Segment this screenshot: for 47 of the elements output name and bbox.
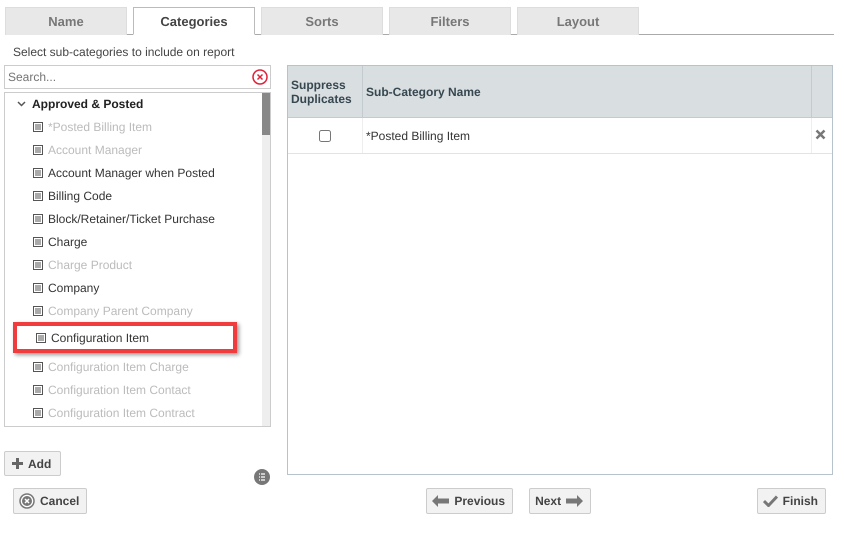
list-icon <box>33 190 43 200</box>
tab[interactable]: Layout <box>517 7 639 35</box>
scrollbar-thumb[interactable] <box>262 93 270 135</box>
list-icon <box>33 236 43 246</box>
tab[interactable]: Filters <box>389 7 511 35</box>
tree-item[interactable]: Company <box>33 276 262 299</box>
instruction-text: Select sub-categories to include on report <box>13 45 236 59</box>
list-icon <box>36 332 46 342</box>
tab[interactable]: Categories <box>133 7 255 35</box>
list-icon <box>33 214 43 224</box>
tree-item[interactable]: Billing Code <box>33 184 262 207</box>
scrollbar[interactable] <box>262 93 270 426</box>
tree-item[interactable]: Account Manager when Posted <box>33 161 262 184</box>
next-button[interactable]: Next <box>529 488 592 514</box>
list-icon <box>33 168 43 178</box>
chevron-icon <box>17 101 26 107</box>
list-icon <box>33 362 43 372</box>
add-button[interactable]: Add <box>4 451 62 476</box>
cancel-icon <box>19 493 35 509</box>
list-icon <box>33 144 43 154</box>
clear-icon[interactable] <box>252 69 268 85</box>
column-header: Sub-Category Name <box>362 66 812 118</box>
tree-group[interactable]: Approved & Posted <box>5 93 262 115</box>
tree-item[interactable]: Block/Retainer/Ticket Purchase <box>33 207 262 230</box>
list-icon <box>33 306 43 316</box>
tree-item[interactable]: Configuration Item <box>13 322 237 353</box>
column-header: Suppress Duplicates <box>288 66 362 118</box>
tab[interactable]: Name <box>5 7 127 35</box>
close-icon[interactable] <box>815 128 826 140</box>
check-icon <box>762 495 778 507</box>
previous-button[interactable]: Previous <box>426 488 514 514</box>
checkbox[interactable] <box>319 130 331 142</box>
table-cell: *Posted Billing Item <box>362 118 812 154</box>
plus-icon <box>11 457 24 470</box>
left-arrow-icon <box>432 495 450 507</box>
right-arrow-icon <box>566 495 584 507</box>
list-icon <box>33 282 43 292</box>
list-options-icon[interactable] <box>254 469 270 485</box>
tab[interactable]: Sorts <box>261 7 383 35</box>
list-icon <box>33 122 43 132</box>
tree-item[interactable]: Charge <box>33 230 262 253</box>
list-icon <box>33 408 43 418</box>
search-field[interactable]: Search... <box>4 65 271 89</box>
list-icon <box>33 384 43 394</box>
cancel-button[interactable]: Cancel <box>13 488 88 514</box>
finish-button[interactable]: Finish <box>756 488 826 514</box>
list-icon <box>33 260 43 270</box>
